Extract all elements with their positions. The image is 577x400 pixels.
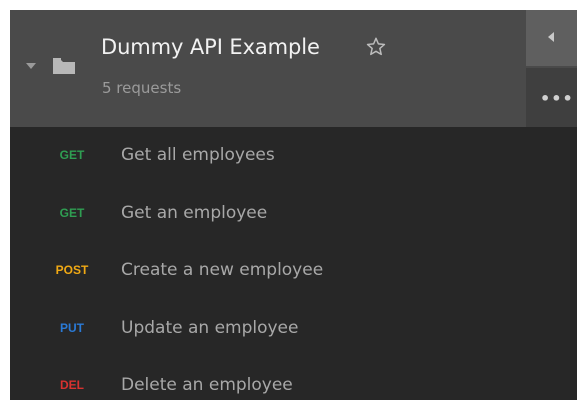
request-name: Get an employee bbox=[121, 202, 268, 223]
request-list: GET Get all employees GET Get an employe… bbox=[10, 127, 577, 400]
method-badge: POST bbox=[55, 263, 89, 277]
request-item-update-employee[interactable]: PUT Update an employee bbox=[10, 300, 577, 358]
folder-icon bbox=[53, 58, 75, 74]
sidebar-toggle-button[interactable] bbox=[526, 10, 577, 66]
triangle-left-icon bbox=[548, 32, 554, 42]
method-badge: GET bbox=[59, 148, 85, 162]
star-outline-icon[interactable] bbox=[365, 36, 387, 58]
request-name: Update an employee bbox=[121, 317, 299, 338]
request-count: 5 requests bbox=[102, 79, 182, 97]
request-item-delete-employee[interactable]: DEL Delete an employee bbox=[10, 357, 577, 400]
collection-title[interactable]: Dummy API Example bbox=[101, 35, 320, 59]
request-item-get-all-employees[interactable]: GET Get all employees bbox=[10, 127, 577, 185]
more-actions-button[interactable]: ••• bbox=[526, 68, 577, 127]
request-item-get-an-employee[interactable]: GET Get an employee bbox=[10, 185, 577, 243]
ellipsis-icon: ••• bbox=[540, 89, 574, 108]
method-badge: GET bbox=[59, 205, 85, 220]
caret-down-icon[interactable] bbox=[26, 63, 36, 69]
request-item-create-employee[interactable]: POST Create a new employee bbox=[10, 242, 577, 300]
collection-header[interactable]: Dummy API Example 5 requests ••• bbox=[10, 10, 577, 127]
collection-panel: Dummy API Example 5 requests ••• GET Get… bbox=[10, 10, 577, 400]
method-badge: PUT bbox=[60, 320, 84, 335]
request-name: Delete an employee bbox=[121, 375, 293, 395]
request-name: Create a new employee bbox=[121, 260, 324, 280]
request-name: Get all employees bbox=[121, 145, 275, 165]
method-badge: DEL bbox=[60, 378, 84, 392]
